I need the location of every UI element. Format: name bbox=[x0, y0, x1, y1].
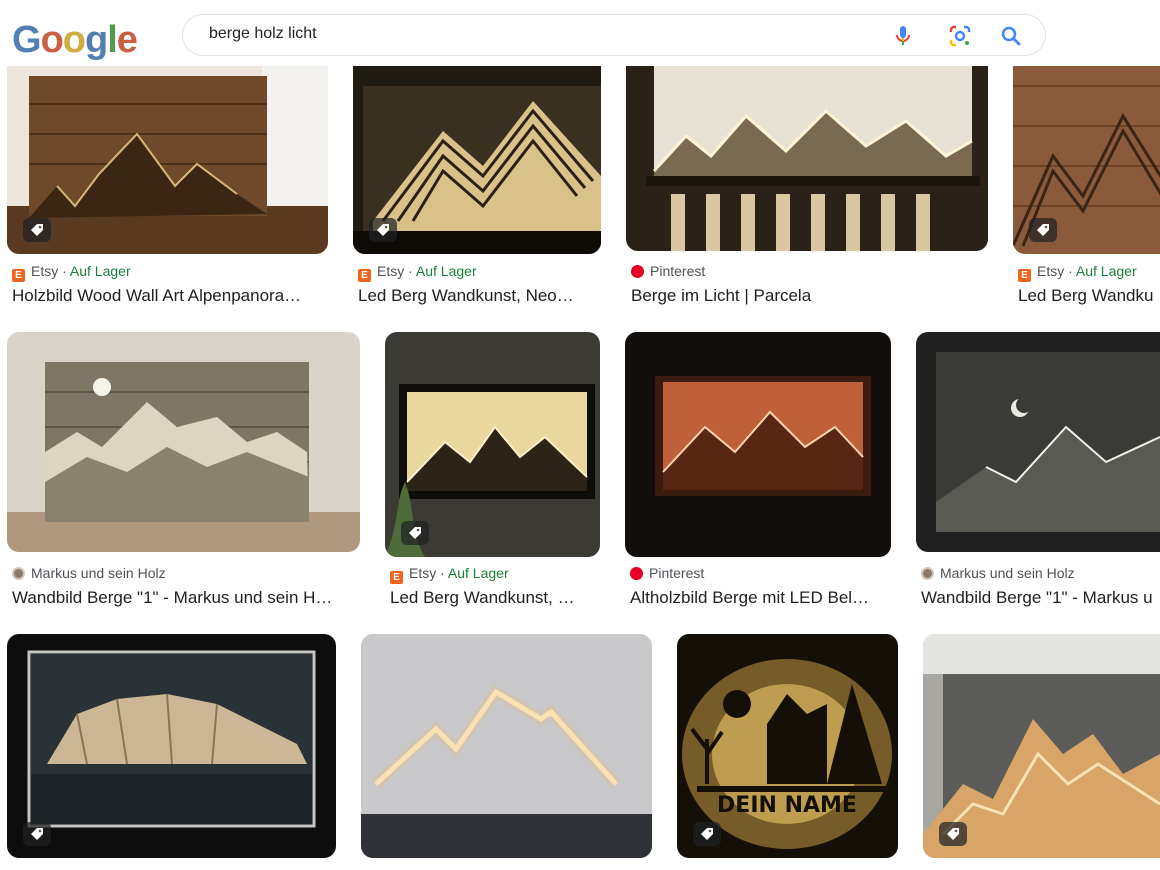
product-tag-icon bbox=[23, 822, 51, 846]
google-logo[interactable]: Google bbox=[12, 18, 138, 62]
logo-letter: g bbox=[85, 19, 108, 61]
result-image[interactable] bbox=[385, 332, 600, 557]
product-tag-icon bbox=[939, 822, 967, 846]
result-image[interactable] bbox=[1013, 46, 1160, 254]
search-input[interactable]: berge holz licht bbox=[209, 25, 317, 43]
logo-letter: e bbox=[116, 19, 138, 61]
etsy-icon: E bbox=[1018, 269, 1031, 282]
logo-letter: G bbox=[12, 19, 42, 61]
result-card[interactable]: E Etsy · Auf Lager Led Berg Wandkunst, Ne… bbox=[353, 46, 601, 312]
result-card[interactable]: Pinterest Altholzbild Berge mit LED Bel… bbox=[625, 332, 891, 612]
result-image[interactable] bbox=[923, 634, 1160, 858]
stock-status: Auf Lager bbox=[1075, 263, 1137, 279]
source-name: Pinterest bbox=[649, 565, 705, 581]
product-tag-icon bbox=[1029, 218, 1057, 242]
result-image[interactable] bbox=[7, 634, 336, 858]
result-image[interactable]: DEIN NAME bbox=[677, 634, 898, 858]
search-box[interactable]: berge holz licht bbox=[182, 14, 1046, 56]
source-name: Etsy bbox=[1037, 263, 1065, 279]
source-name: Markus und sein Holz bbox=[940, 565, 1075, 581]
stock-status: Auf Lager bbox=[415, 263, 477, 279]
product-tag-icon bbox=[369, 218, 397, 242]
result-image[interactable] bbox=[916, 332, 1160, 552]
pinterest-icon bbox=[630, 567, 643, 580]
source-name: Etsy bbox=[31, 263, 59, 279]
logo-letter: o bbox=[62, 19, 86, 61]
etsy-icon: E bbox=[358, 269, 371, 282]
result-source: Pinterest bbox=[630, 565, 704, 581]
result-title[interactable]: Led Berg Wandkunst, … bbox=[390, 588, 600, 608]
result-source: E Etsy · Auf Lager bbox=[358, 263, 477, 282]
result-image[interactable] bbox=[625, 332, 891, 557]
logo-letter: l bbox=[107, 19, 118, 61]
markus-holz-icon bbox=[921, 567, 934, 580]
pinterest-icon bbox=[631, 265, 644, 278]
product-tag-icon bbox=[23, 218, 51, 242]
result-card[interactable] bbox=[923, 634, 1160, 864]
result-image[interactable] bbox=[7, 332, 360, 552]
markus-holz-icon bbox=[12, 567, 25, 580]
product-tag-icon bbox=[401, 521, 429, 545]
lens-icon[interactable] bbox=[948, 24, 972, 48]
etsy-icon: E bbox=[12, 269, 25, 282]
result-title[interactable]: Altholzbild Berge mit LED Bel… bbox=[630, 588, 891, 608]
result-title[interactable]: Wandbild Berge "1" - Markus u bbox=[921, 588, 1160, 608]
logo-letter: o bbox=[40, 19, 64, 61]
result-source: Markus und sein Holz bbox=[12, 565, 166, 581]
result-title[interactable]: Holzbild Wood Wall Art Alpenpanora… bbox=[12, 286, 328, 306]
result-card[interactable] bbox=[7, 634, 336, 864]
result-card[interactable]: E Etsy · Auf Lager Led Berg Wandkunst, … bbox=[385, 332, 600, 612]
result-source: E Etsy · Auf Lager bbox=[390, 565, 509, 584]
source-name: Etsy bbox=[377, 263, 405, 279]
result-card[interactable]: Pinterest Berge im Licht | Parcela bbox=[626, 46, 988, 312]
result-source: Pinterest bbox=[631, 263, 705, 279]
result-image[interactable] bbox=[7, 46, 328, 254]
source-name: Etsy bbox=[409, 565, 437, 581]
result-card[interactable] bbox=[361, 634, 652, 864]
result-card[interactable]: Markus und sein Holz Wandbild Berge "1" … bbox=[916, 332, 1160, 612]
result-card[interactable]: E Etsy · Auf Lager Holzbild Wood Wall Art… bbox=[7, 46, 328, 312]
result-source: E Etsy · Auf Lager bbox=[12, 263, 131, 282]
result-title[interactable]: Led Berg Wandku bbox=[1018, 286, 1160, 306]
result-source: E Etsy · Auf Lager bbox=[1018, 263, 1137, 282]
stock-status: Auf Lager bbox=[69, 263, 131, 279]
source-name: Markus und sein Holz bbox=[31, 565, 166, 581]
header: Google berge holz licht bbox=[0, 0, 1160, 66]
result-title[interactable]: Wandbild Berge "1" - Markus und sein H… bbox=[12, 588, 360, 608]
result-image[interactable] bbox=[353, 46, 601, 254]
search-icon[interactable] bbox=[999, 24, 1023, 48]
result-title[interactable]: Berge im Licht | Parcela bbox=[631, 286, 988, 306]
result-image[interactable] bbox=[361, 634, 652, 858]
etsy-icon: E bbox=[390, 571, 403, 584]
result-card[interactable]: Markus und sein Holz Wandbild Berge "1" … bbox=[7, 332, 360, 612]
result-source: Markus und sein Holz bbox=[921, 565, 1075, 581]
result-image[interactable] bbox=[626, 46, 988, 251]
name-sign-text: DEIN NAME bbox=[717, 793, 857, 818]
result-card[interactable]: DEIN NAME bbox=[677, 634, 898, 864]
microphone-icon[interactable] bbox=[891, 24, 915, 48]
stock-status: Auf Lager bbox=[447, 565, 509, 581]
result-card[interactable]: E Etsy · Auf Lager Led Berg Wandku bbox=[1013, 46, 1160, 312]
result-title[interactable]: Led Berg Wandkunst, Neo… bbox=[358, 286, 601, 306]
source-name: Pinterest bbox=[650, 263, 706, 279]
product-tag-icon bbox=[693, 822, 721, 846]
